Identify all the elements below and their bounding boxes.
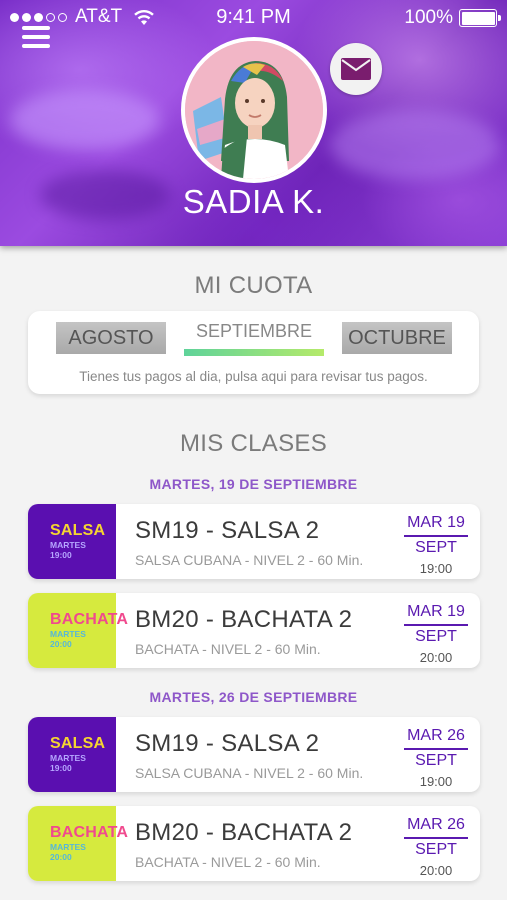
date-heading: MARTES, 19 DE SEPTIEMBRE: [149, 476, 358, 492]
class-card[interactable]: BACHATA MARTES 20:00 BM20 - BACHATA 2 BA…: [28, 593, 480, 668]
class-date: MAR 19 SEPT 19:00: [404, 514, 468, 576]
date-heading: MARTES, 26 DE SEPTIEMBRE: [149, 689, 358, 705]
profile-photo: [185, 41, 323, 179]
class-date-day: MAR 19: [407, 603, 465, 620]
class-title: BM20 - BACHATA 2: [135, 606, 353, 633]
class-date: MAR 26 SEPT 19:00: [404, 727, 468, 789]
thumb-time: 19:00: [50, 763, 72, 773]
class-date-month: SEPT: [415, 840, 457, 858]
class-thumbnail: SALSA MARTES 19:00: [28, 504, 116, 579]
thumb-time: 19:00: [50, 550, 72, 560]
class-description: BACHATA - NIVEL 2 - 60 Min.: [135, 641, 321, 657]
class-date-time: 20:00: [419, 649, 453, 665]
class-date-month: SEPT: [415, 751, 457, 769]
mail-button[interactable]: [330, 43, 382, 95]
thumb-time: 20:00: [50, 852, 72, 862]
class-title: SM19 - SALSA 2: [135, 517, 320, 544]
class-date-day: MAR 19: [407, 514, 465, 531]
hamburger-menu-icon[interactable]: [22, 26, 50, 48]
class-date-month: SEPT: [415, 627, 457, 645]
class-card[interactable]: SALSA MARTES 19:00 SM19 - SALSA 2 SALSA …: [28, 717, 480, 792]
thumb-class-name: SALSA: [50, 522, 106, 539]
payments-status-link[interactable]: Tienes tus pagos al dia, pulsa aqui para…: [28, 369, 479, 384]
prev-month-button[interactable]: AGOSTO: [56, 322, 166, 354]
current-month-indicator: [184, 349, 324, 356]
thumb-day: MARTES: [50, 842, 86, 852]
current-month-tab[interactable]: SEPTIEMBRE: [184, 321, 324, 342]
next-month-button[interactable]: OCTUBRE: [342, 322, 452, 354]
class-description: SALSA CUBANA - NIVEL 2 - 60 Min.: [135, 552, 364, 568]
thumb-day: MARTES: [50, 753, 86, 763]
class-date-day: MAR 26: [407, 816, 465, 833]
battery-percent: 100%: [404, 7, 453, 28]
class-date: MAR 26 SEPT 20:00: [404, 816, 468, 878]
cuota-card: AGOSTO SEPTIEMBRE OCTUBRE Tienes tus pag…: [28, 311, 479, 394]
class-title: BM20 - BACHATA 2: [135, 819, 353, 846]
thumb-day: MARTES: [50, 540, 86, 550]
class-title: SM19 - SALSA 2: [135, 730, 320, 757]
class-date-month: SEPT: [415, 538, 457, 556]
background-glow: [10, 90, 160, 150]
class-thumbnail: BACHATA MARTES 20:00: [28, 806, 129, 881]
profile-header: AT&T 9:41 PM 100% SADIA K.: [0, 0, 507, 246]
status-bar: AT&T 9:41 PM 100%: [0, 0, 507, 34]
battery-icon: [459, 9, 501, 27]
avatar[interactable]: [181, 37, 327, 183]
class-thumbnail: SALSA MARTES 19:00: [28, 717, 116, 792]
background-glow: [330, 110, 500, 180]
thumb-class-name: BACHATA: [50, 611, 129, 628]
class-card[interactable]: SALSA MARTES 19:00 SM19 - SALSA 2 SALSA …: [28, 504, 480, 579]
thumb-class-name: BACHATA: [50, 824, 129, 841]
class-date-time: 19:00: [419, 773, 453, 789]
class-thumbnail: BACHATA MARTES 20:00: [28, 593, 129, 668]
class-description: SALSA CUBANA - NIVEL 2 - 60 Min.: [135, 765, 364, 781]
thumb-time: 20:00: [50, 639, 72, 649]
class-date-day: MAR 26: [407, 727, 465, 744]
class-date-time: 19:00: [419, 560, 453, 576]
envelope-icon: [341, 58, 371, 80]
class-date: MAR 19 SEPT 20:00: [404, 603, 468, 665]
class-date-time: 20:00: [419, 862, 453, 878]
user-name: SADIA K.: [182, 183, 325, 220]
cuota-section-title: MI CUOTA: [194, 272, 313, 299]
thumb-day: MARTES: [50, 629, 86, 639]
class-description: BACHATA - NIVEL 2 - 60 Min.: [135, 854, 321, 870]
class-card[interactable]: BACHATA MARTES 20:00 BM20 - BACHATA 2 BA…: [28, 806, 480, 881]
clases-section-title: MIS CLASES: [179, 430, 328, 457]
thumb-class-name: SALSA: [50, 735, 106, 752]
